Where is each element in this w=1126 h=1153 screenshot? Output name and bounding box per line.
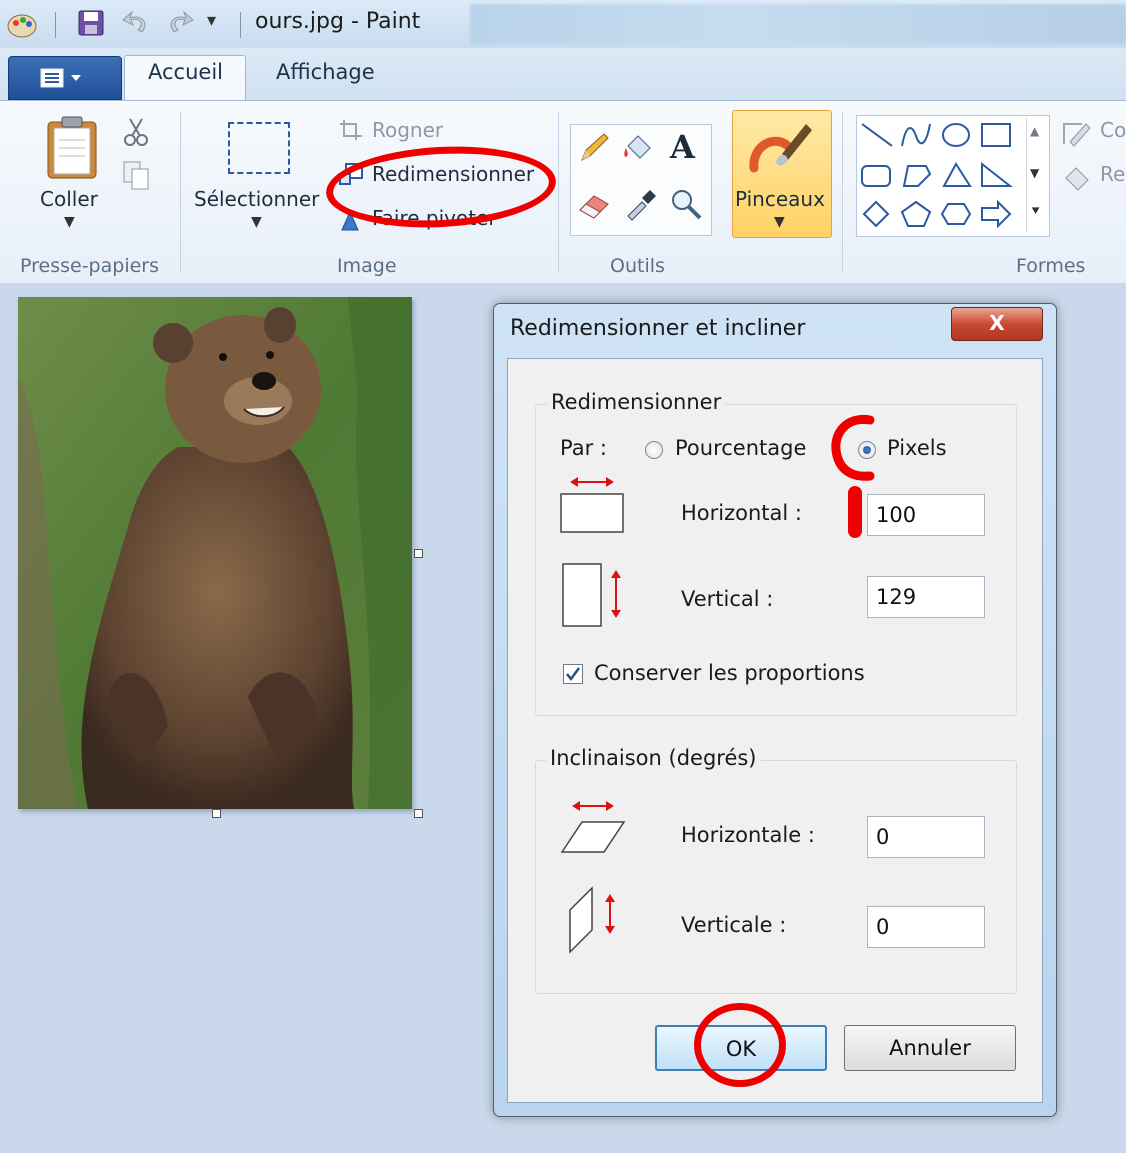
window-title: ours.jpg - Paint [255, 9, 421, 34]
skew-vertical-input[interactable] [867, 906, 985, 948]
skew-horizontal-label: Horizontale : [681, 823, 815, 847]
group-label-image: Image [337, 255, 397, 277]
select-icon[interactable] [228, 122, 290, 174]
paste-button-label[interactable]: Coller [40, 187, 98, 211]
select-button-label[interactable]: Sélectionner [194, 187, 319, 211]
cancel-button[interactable]: Annuler [844, 1025, 1016, 1071]
horizontal-resize-icon [560, 477, 624, 533]
annotation-bracket-pixels [831, 414, 875, 481]
resize-handle-corner[interactable] [414, 809, 423, 818]
canvas-image[interactable] [18, 297, 412, 809]
horizontal-input[interactable] [867, 494, 985, 536]
outline-button[interactable]: Co [1100, 118, 1126, 142]
group-label-clipboard: Presse-papiers [20, 255, 159, 277]
group-label-tools: Outils [610, 255, 665, 277]
paste-dropdown-icon[interactable]: ▼ [64, 214, 75, 230]
crop-icon[interactable] [338, 118, 364, 142]
dialog-title: Redimensionner et incliner [510, 316, 806, 341]
brush-icon [749, 124, 812, 173]
outline-icon[interactable] [1060, 118, 1092, 148]
vertical-resize-icon [562, 563, 621, 627]
by-label: Par : [560, 436, 607, 460]
group-separator [558, 112, 559, 272]
shapes-scroll-up-icon[interactable]: ▲ [1030, 124, 1039, 138]
paint-app-icon[interactable] [6, 8, 40, 40]
magnifier-icon[interactable] [668, 186, 704, 222]
text-icon[interactable]: A [670, 128, 695, 166]
tab-accueil-label[interactable]: Accueil [148, 60, 223, 84]
skew-vertical-label: Verticale : [681, 913, 787, 937]
pencil-icon[interactable] [576, 130, 612, 166]
vertical-label: Vertical : [681, 587, 774, 611]
group-separator [842, 112, 843, 272]
keep-ratio-label[interactable]: Conserver les proportions [594, 661, 865, 685]
toolbar-separator [240, 12, 241, 38]
pixels-option-label[interactable]: Pixels [887, 436, 947, 460]
color-picker-icon[interactable] [622, 186, 658, 222]
bear-photo [18, 297, 412, 809]
checkmark-icon [566, 667, 581, 682]
keep-ratio-checkbox[interactable] [563, 664, 583, 684]
shapes-scroll-down-icon[interactable]: ▼ [1030, 166, 1039, 180]
brushes-dropdown-icon[interactable]: ▼ [774, 214, 785, 230]
vertical-skew-icon [569, 886, 615, 954]
group-separator [180, 112, 181, 272]
fill-shape-icon[interactable] [1060, 162, 1092, 192]
annotation-circle-ok [694, 1003, 786, 1087]
percent-radio[interactable] [645, 441, 663, 459]
percent-option-label[interactable]: Pourcentage [675, 436, 806, 460]
vertical-input[interactable] [867, 576, 985, 618]
save-icon[interactable] [76, 8, 106, 38]
select-dropdown-icon[interactable]: ▼ [251, 214, 262, 230]
cut-icon[interactable] [122, 116, 150, 148]
toolbar-separator [55, 12, 56, 38]
shapes-icons[interactable] [860, 118, 1020, 232]
fill-icon[interactable] [620, 130, 656, 166]
skew-horizontal-input[interactable] [867, 816, 985, 858]
undo-icon[interactable] [120, 8, 150, 38]
crop-button[interactable]: Rogner [372, 118, 443, 142]
paint-menu-button[interactable] [8, 56, 122, 100]
shapes-more-icon[interactable]: ⯆ [1030, 204, 1041, 220]
brushes-label[interactable]: Pinceaux [735, 187, 825, 211]
tab-affichage[interactable]: Affichage [276, 60, 375, 84]
eraser-icon[interactable] [576, 186, 612, 222]
resize-legend: Redimensionner [547, 390, 726, 414]
clipboard-icon[interactable] [44, 114, 100, 180]
resize-handle-right[interactable] [414, 549, 423, 558]
annotation-mark-horizontal [848, 486, 862, 538]
skew-legend: Inclinaison (degrés) [546, 746, 761, 770]
group-label-shapes: Formes [1016, 255, 1086, 277]
horizontal-label: Horizontal : [681, 501, 802, 525]
blurred-background-menu [470, 4, 1126, 44]
close-button[interactable]: X [951, 307, 1043, 341]
horizontal-skew-icon [560, 801, 626, 853]
menu-icon [40, 68, 81, 88]
quick-access-dropdown-icon[interactable]: ▾ [207, 10, 216, 31]
fill-shape-button[interactable]: Re [1100, 162, 1125, 186]
copy-icon[interactable] [122, 160, 152, 192]
resize-handle-bottom[interactable] [212, 809, 221, 818]
redo-icon[interactable] [164, 8, 194, 38]
